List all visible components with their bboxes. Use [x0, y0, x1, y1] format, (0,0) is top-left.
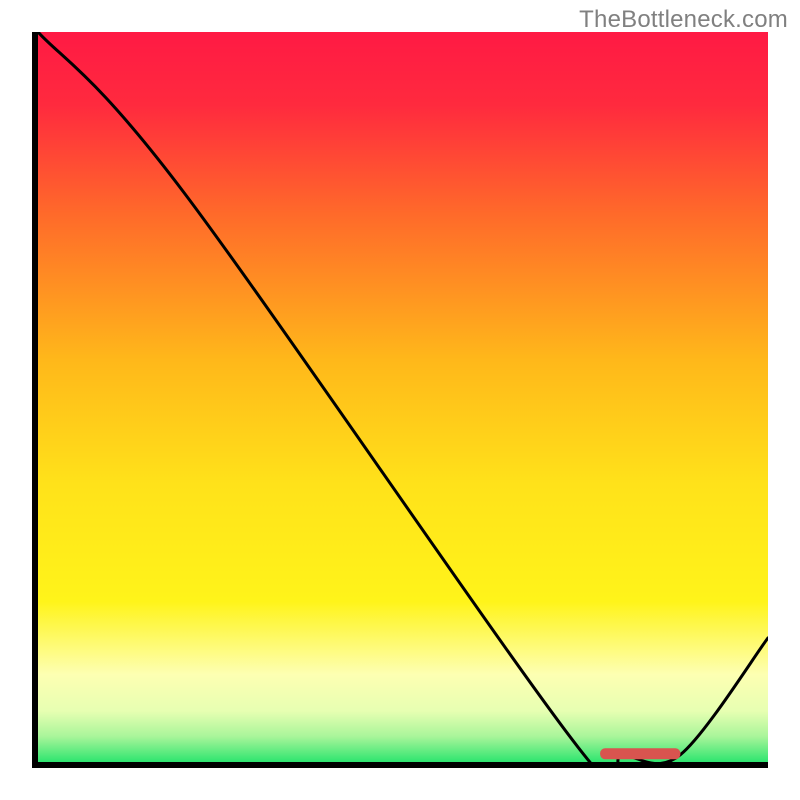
- gradient-rect: [38, 32, 768, 762]
- gradient-background: [38, 32, 768, 762]
- y-axis: [32, 32, 38, 768]
- chart-container: TheBottleneck.com: [0, 0, 800, 800]
- x-axis: [32, 762, 768, 768]
- watermark-text: TheBottleneck.com: [579, 6, 788, 34]
- plot-background: [38, 32, 768, 762]
